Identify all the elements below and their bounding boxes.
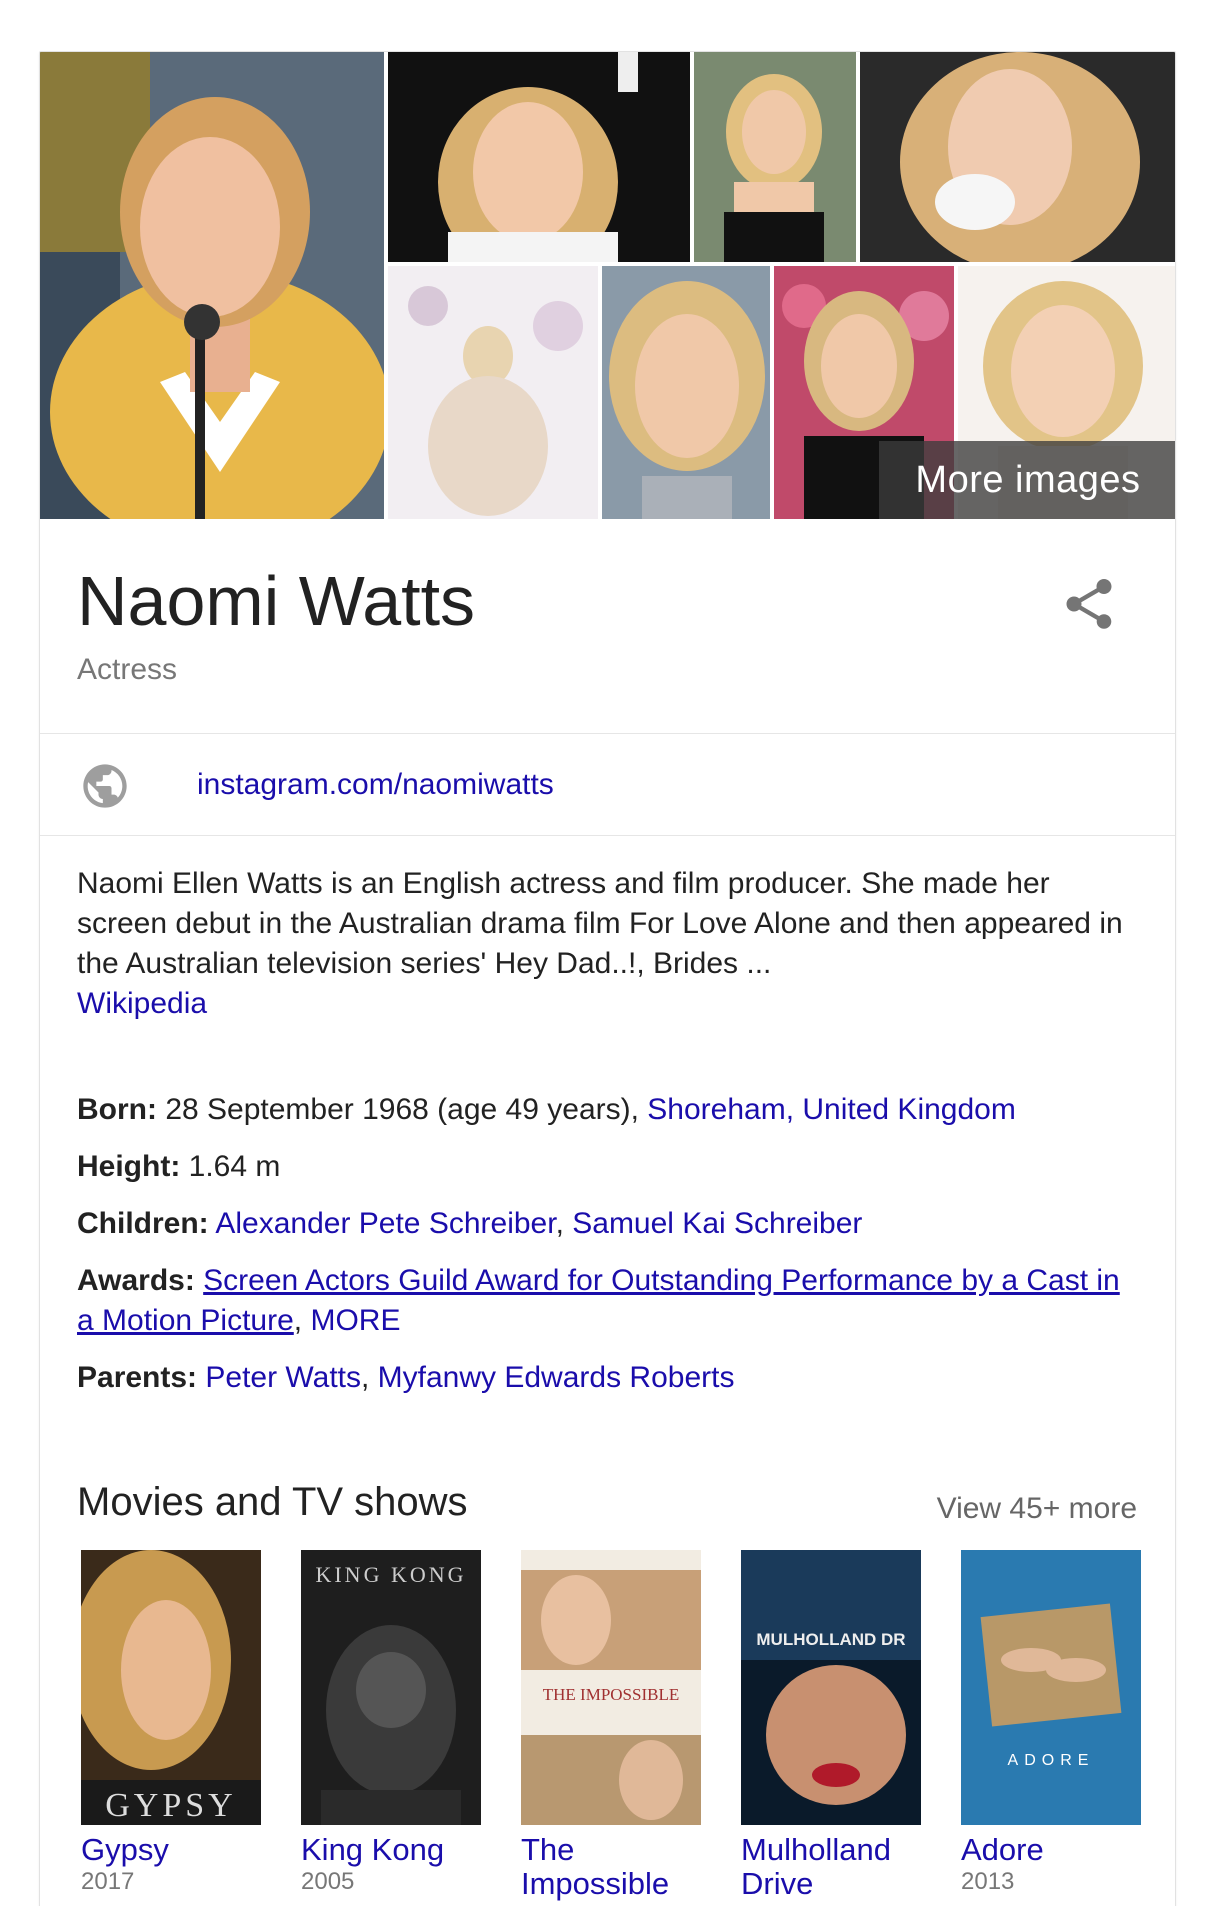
movie-card[interactable]: KING KONG King Kong 2005 — [301, 1550, 481, 1897]
child-link[interactable]: Alexander Pete Schreiber — [215, 1207, 555, 1240]
movie-poster[interactable]: THE IMPOSSIBLE — [521, 1550, 701, 1825]
share-icon[interactable] — [1059, 574, 1119, 634]
child-link[interactable]: Samuel Kai Schreiber — [572, 1207, 862, 1240]
fact-height: Height: 1.64 m — [77, 1147, 1137, 1187]
image-mosaic: More images — [40, 52, 1175, 519]
movie-card[interactable]: ADORE Adore 2013 — [961, 1550, 1141, 1897]
movie-poster[interactable]: ADORE — [961, 1550, 1141, 1825]
svg-text:MULHOLLAND DR: MULHOLLAND DR — [756, 1630, 905, 1649]
award-link[interactable]: Screen Actors Guild Award for Outstandin… — [77, 1264, 1120, 1337]
movie-year: 2005 — [301, 1868, 355, 1895]
awards-more-link[interactable]: MORE — [310, 1304, 400, 1337]
movie-title[interactable]: King Kong — [301, 1833, 481, 1867]
birthplace-link[interactable]: Shoreham, United Kingdom — [647, 1093, 1016, 1126]
photo-2[interactable] — [388, 52, 690, 262]
movies-heading: Movies and TV shows — [77, 1480, 468, 1524]
title-section: Naomi Watts Actress — [40, 519, 1175, 734]
website-link[interactable]: instagram.com/naomiwatts — [197, 768, 554, 802]
entity-subtitle: Actress — [77, 653, 178, 686]
photo-4[interactable] — [860, 52, 1175, 262]
knowledge-panel: More images Naomi Watts Actress instagra… — [39, 51, 1176, 1906]
movie-poster[interactable]: GYPSY — [81, 1550, 261, 1825]
svg-text:ADORE: ADORE — [1008, 1752, 1095, 1769]
parent-link[interactable]: Peter Watts — [205, 1361, 361, 1394]
fact-label: Children: — [77, 1207, 209, 1240]
movie-title[interactable]: The Impossible — [521, 1833, 701, 1901]
globe-icon — [79, 760, 131, 812]
more-images-button[interactable]: More images — [879, 441, 1175, 519]
photo-3[interactable] — [694, 52, 856, 262]
fact-value: 28 September 1968 (age 49 years), — [156, 1093, 648, 1126]
fact-label: Awards: — [77, 1264, 195, 1297]
fact-awards: Awards: Screen Actors Guild Award for Ou… — [77, 1261, 1137, 1341]
movie-card[interactable]: GYPSY Gypsy 2017 — [81, 1550, 261, 1897]
movie-year: 2013 — [961, 1868, 1015, 1895]
svg-text:GYPSY: GYPSY — [105, 1787, 236, 1824]
facts-list: Born: 28 September 1968 (age 49 years), … — [77, 1090, 1137, 1415]
main-photo[interactable] — [40, 52, 384, 519]
movie-year: 2001 — [741, 1901, 921, 1906]
wikipedia-link[interactable]: Wikipedia — [77, 984, 1137, 1024]
separator: , — [361, 1361, 378, 1394]
parent-link[interactable]: Myfanwy Edwards Roberts — [378, 1361, 735, 1394]
movie-card[interactable]: THE IMPOSSIBLE The Impossible 2012 — [521, 1550, 701, 1906]
movie-card[interactable]: MULHOLLAND DR Mulholland Drive 2001 — [741, 1550, 921, 1906]
movie-poster[interactable]: MULHOLLAND DR — [741, 1550, 921, 1825]
fact-label: Height: — [77, 1150, 181, 1183]
fact-children: Children: Alexander Pete Schreiber, Samu… — [77, 1204, 1137, 1244]
view-more-link[interactable]: View 45+ more — [937, 1492, 1137, 1526]
fact-value: 1.64 m — [180, 1150, 281, 1183]
photo-5[interactable] — [388, 266, 598, 519]
fact-parents: Parents: Peter Watts, Myfanwy Edwards Ro… — [77, 1358, 1137, 1398]
svg-text:KING KONG: KING KONG — [315, 1562, 466, 1587]
description-text: Naomi Ellen Watts is an English actress … — [77, 867, 1123, 980]
separator: , — [293, 1304, 311, 1337]
fact-label: Parents: — [77, 1361, 198, 1394]
fact-born: Born: 28 September 1968 (age 49 years), … — [77, 1090, 1137, 1130]
movie-poster[interactable]: KING KONG — [301, 1550, 481, 1825]
svg-text:THE IMPOSSIBLE: THE IMPOSSIBLE — [543, 1685, 679, 1704]
description: Naomi Ellen Watts is an English actress … — [77, 864, 1137, 1024]
fact-label: Born: — [77, 1093, 157, 1126]
photo-6[interactable] — [602, 266, 770, 519]
movie-title[interactable]: Gypsy — [81, 1833, 261, 1867]
movie-title[interactable]: Mulholland Drive — [741, 1833, 921, 1901]
website-row: instagram.com/naomiwatts — [40, 735, 1175, 836]
separator: , — [555, 1207, 573, 1240]
entity-name: Naomi Watts — [77, 562, 476, 640]
movie-year: 2017 — [81, 1868, 135, 1895]
movie-year: 2012 — [521, 1901, 701, 1906]
movie-title[interactable]: Adore — [961, 1833, 1141, 1867]
